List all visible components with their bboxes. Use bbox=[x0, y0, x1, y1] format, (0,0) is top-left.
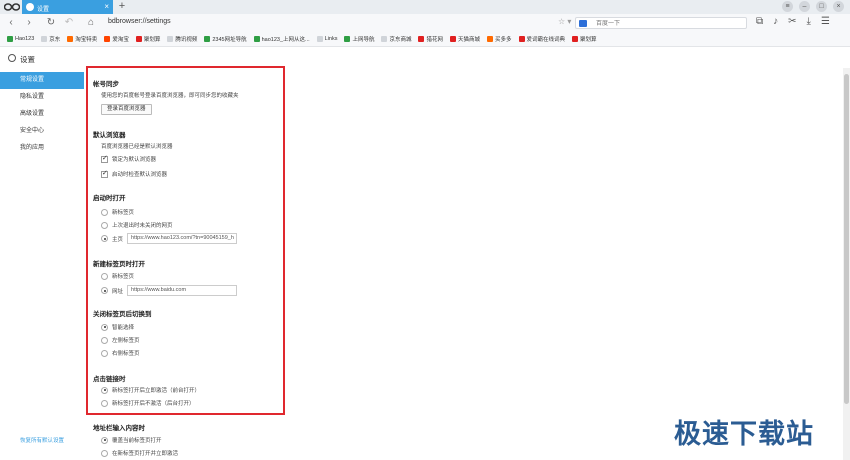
undo-close-button[interactable]: ↶ bbox=[64, 17, 74, 29]
menu-icon[interactable]: ☰ bbox=[821, 16, 830, 27]
bookmark-item[interactable]: 京东 bbox=[41, 35, 60, 43]
settings-sidebar: 常规设置 隐私设置 高级设置 安全中心 我的应用 bbox=[0, 72, 84, 460]
close-button[interactable]: × bbox=[833, 1, 844, 12]
search-box[interactable] bbox=[575, 17, 747, 29]
tab-settings[interactable]: 设置 × bbox=[22, 0, 113, 14]
bookmark-favicon-icon bbox=[418, 36, 425, 42]
bookmark-label: 聚划算 bbox=[143, 37, 161, 43]
search-input[interactable] bbox=[596, 20, 736, 28]
bookmark-item[interactable]: 买多多 bbox=[487, 35, 512, 43]
bookmark-label: 聚划算 bbox=[580, 37, 597, 43]
bookmark-label: Hao123 bbox=[15, 36, 35, 42]
bookmark-favicon-icon bbox=[41, 36, 48, 42]
bookmark-favicon-icon bbox=[7, 36, 13, 42]
bookmark-favicon-icon bbox=[518, 36, 525, 42]
bookmark-favicon-icon bbox=[167, 36, 174, 42]
tab-label: 设置 bbox=[37, 7, 50, 13]
scrollbar-thumb[interactable] bbox=[844, 74, 849, 404]
restore-defaults-link[interactable]: 恢复所有默认设置 bbox=[20, 436, 64, 444]
bookmark-label: 淘宝特卖 bbox=[75, 37, 98, 43]
bookmark-label: 腾讯视频 bbox=[175, 37, 198, 43]
bookmark-item[interactable]: 京东商城 bbox=[381, 35, 411, 43]
bookmark-item[interactable]: hao123_上网从这... bbox=[253, 35, 310, 43]
gear-icon bbox=[8, 54, 16, 62]
bookmark-favicon-icon bbox=[204, 36, 211, 42]
sidebar-item-security[interactable]: 安全中心 bbox=[0, 123, 84, 140]
scissors-icon[interactable]: ✂ bbox=[788, 16, 796, 27]
sidebar-item-apps[interactable]: 我的应用 bbox=[0, 140, 84, 157]
navigation-bar: ‹ › ↻ ↶ ⌂ bdbrowser://settings ☆ ▾ ⧉ ♪ ✂… bbox=[0, 14, 850, 32]
bookmark-favicon-icon bbox=[381, 36, 388, 42]
address-bar[interactable]: bdbrowser://settings bbox=[108, 18, 171, 25]
new-tab-button[interactable]: + bbox=[116, 1, 128, 13]
forward-button[interactable]: › bbox=[24, 17, 34, 29]
bookmark-item[interactable]: 腾讯视频 bbox=[167, 35, 197, 43]
bookmark-item[interactable]: 猎花网 bbox=[418, 35, 443, 43]
bookmark-favicon-icon bbox=[344, 36, 351, 42]
new-window-icon[interactable]: ⧉ bbox=[756, 16, 763, 27]
browser-logo-icon bbox=[4, 3, 20, 11]
bookmark-label: 爱词霸在线词典 bbox=[526, 37, 566, 43]
bookmark-item[interactable]: Hao123 bbox=[7, 36, 34, 42]
bookmark-favicon-icon bbox=[450, 36, 456, 42]
bookmark-label: 上网导航 bbox=[352, 37, 375, 43]
tab-favicon-icon bbox=[26, 3, 34, 11]
bookmark-label: 天猫商城 bbox=[458, 37, 481, 43]
bookmark-favicon-icon bbox=[316, 36, 323, 42]
bookmark-label: hao123_上网从这... bbox=[261, 37, 310, 43]
bookmark-favicon-icon bbox=[487, 36, 494, 42]
tab-close-icon[interactable]: × bbox=[104, 2, 109, 11]
bookmark-favicon-icon bbox=[572, 36, 579, 42]
address-dropdown-icon[interactable]: ☆ ▾ bbox=[558, 17, 571, 26]
back-button[interactable]: ‹ bbox=[6, 17, 16, 29]
speaker-icon[interactable]: ♪ bbox=[773, 16, 778, 27]
address-input-option-newtab[interactable]: 在新标签页打开并立即激活 bbox=[101, 449, 178, 457]
bookmarks-bar: Hao123 京东 淘宝特卖 爱淘宝 聚划算 腾讯视频 2345网址导航 hao123_上网从… bbox=[0, 32, 850, 47]
bookmark-favicon-icon bbox=[104, 36, 111, 42]
sidebar-item-advanced[interactable]: 高级设置 bbox=[0, 106, 84, 123]
settings-header: 设置 bbox=[0, 48, 850, 68]
radio-button[interactable] bbox=[101, 449, 108, 457]
highlight-box bbox=[86, 66, 285, 415]
download-icon[interactable]: ⤓ bbox=[807, 16, 811, 27]
title-bar: 设置 × + ≡ – □ × bbox=[0, 0, 850, 14]
maximize-button[interactable]: □ bbox=[816, 1, 827, 12]
minimize-button[interactable]: – bbox=[799, 1, 810, 12]
sidebar-item-general[interactable]: 常规设置 bbox=[0, 72, 84, 89]
bookmark-item[interactable]: 聚划算 bbox=[572, 35, 597, 43]
bookmark-label: 京东商城 bbox=[389, 37, 412, 43]
bookmark-favicon-icon bbox=[253, 36, 260, 42]
bookmark-item[interactable]: 爱词霸在线词典 bbox=[518, 35, 566, 43]
bookmark-item[interactable]: 聚划算 bbox=[135, 35, 161, 43]
address-input-title: 地址栏输入内容时 bbox=[93, 425, 145, 432]
bookmark-label: 爱淘宝 bbox=[112, 37, 129, 43]
bookmark-item[interactable]: 上网导航 bbox=[344, 35, 374, 43]
bookmark-item[interactable]: 2345网址导航 bbox=[204, 35, 247, 43]
bookmark-item[interactable]: 爱淘宝 bbox=[104, 35, 129, 43]
search-engine-icon[interactable] bbox=[579, 20, 587, 27]
bookmark-favicon-icon bbox=[135, 36, 142, 42]
sidebar-item-privacy[interactable]: 隐私设置 bbox=[0, 89, 84, 106]
home-button[interactable]: ⌂ bbox=[86, 17, 96, 29]
bookmark-label: 2345网址导航 bbox=[212, 37, 247, 43]
bookmark-favicon-icon bbox=[67, 36, 74, 42]
scrollbar[interactable] bbox=[843, 68, 850, 460]
page-title: 设置 bbox=[20, 55, 35, 64]
bookmark-item[interactable]: Links bbox=[316, 36, 338, 42]
address-input-option-label: 覆盖当前标签页打开 bbox=[112, 438, 162, 444]
watermark: 极速下载站 bbox=[674, 419, 814, 449]
address-input-option-current[interactable]: 覆盖当前标签页打开 bbox=[101, 436, 162, 444]
bookmark-label: 买多多 bbox=[495, 37, 512, 43]
bookmark-label: Links bbox=[324, 36, 338, 42]
radio-button[interactable] bbox=[101, 436, 108, 444]
bookmark-label: 猎花网 bbox=[426, 37, 443, 43]
bookmark-item[interactable]: 天猫商城 bbox=[450, 35, 480, 43]
reload-button[interactable]: ↻ bbox=[46, 17, 56, 29]
menu-button[interactable]: ≡ bbox=[782, 1, 793, 12]
bookmark-item[interactable]: 淘宝特卖 bbox=[67, 35, 97, 43]
bookmark-label: 京东 bbox=[49, 37, 61, 43]
address-input-option-label: 在新标签页打开并立即激活 bbox=[112, 451, 179, 457]
